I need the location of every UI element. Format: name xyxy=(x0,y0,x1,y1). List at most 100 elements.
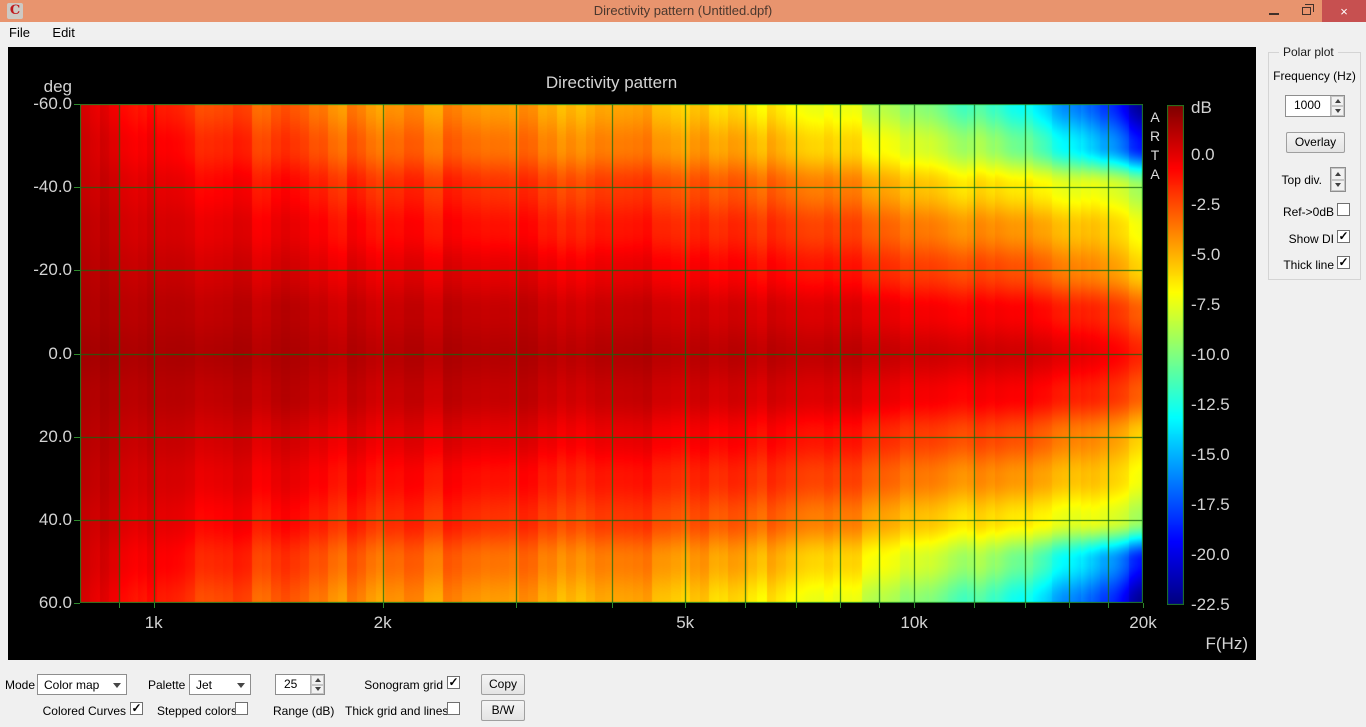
x-tick-mark xyxy=(1108,603,1109,608)
y-tick-label: 0.0 xyxy=(10,344,72,364)
stepped-colors-checkbox[interactable] xyxy=(235,702,248,715)
y-tick-mark xyxy=(74,520,80,521)
y-tick-mark xyxy=(74,104,80,105)
x-tick-mark xyxy=(840,603,841,608)
mode-select[interactable]: Color map xyxy=(37,674,127,695)
x-tick-mark xyxy=(383,603,384,608)
range-spin-down-button[interactable] xyxy=(311,685,324,695)
stepped-colors-label: Stepped colors xyxy=(157,704,231,718)
palette-select[interactable]: Jet xyxy=(189,674,251,695)
colorbar-unit-label: dB xyxy=(1191,98,1212,118)
colorbar-tick-label: -7.5 xyxy=(1191,295,1220,315)
colorbar-tick-label: -10.0 xyxy=(1191,345,1230,365)
range-db-label: Range (dB) xyxy=(273,704,334,718)
menu-item-file[interactable]: File xyxy=(0,22,39,43)
plot-area: Directivity pattern deg ARTA dB F(Hz) -6… xyxy=(8,47,1256,660)
arta-watermark: ARTA xyxy=(1147,109,1163,185)
y-tick-label: 60.0 xyxy=(10,593,72,613)
menu-item-edit[interactable]: Edit xyxy=(43,22,83,43)
y-tick-label: -20.0 xyxy=(10,260,72,280)
x-tick-mark xyxy=(1143,603,1144,608)
show-di-checkbox[interactable] xyxy=(1337,230,1350,243)
sonogram-grid-label: Sonogram grid xyxy=(345,678,443,692)
x-tick-mark xyxy=(1069,603,1070,608)
sonogram-grid-checkbox[interactable] xyxy=(447,676,460,689)
colored-curves-checkbox[interactable] xyxy=(130,702,143,715)
y-tick-mark xyxy=(74,354,80,355)
copy-button[interactable]: Copy xyxy=(481,674,525,695)
restore-icon xyxy=(1302,7,1311,15)
colorbar-tick-label: -22.5 xyxy=(1191,595,1230,615)
y-tick-mark xyxy=(74,603,80,604)
y-tick-label: 40.0 xyxy=(10,510,72,530)
thick-line-checkbox[interactable] xyxy=(1337,256,1350,269)
x-axis-unit-label: F(Hz) xyxy=(1108,634,1248,654)
top-div-spin-down-button[interactable] xyxy=(1331,180,1345,192)
frequency-label: Frequency (Hz) xyxy=(1268,69,1361,83)
x-tick-mark xyxy=(119,603,120,608)
overlay-button[interactable]: Overlay xyxy=(1286,132,1345,153)
x-tick-label: 2k xyxy=(348,613,418,633)
top-div-spin-up-button[interactable] xyxy=(1331,168,1345,180)
x-tick-label: 1k xyxy=(119,613,189,633)
mode-value: Color map xyxy=(44,678,99,692)
colorbar-canvas xyxy=(1167,105,1184,605)
range-spin-up-button[interactable] xyxy=(311,675,324,685)
y-tick-label: -60.0 xyxy=(10,94,72,114)
window-title: Directivity pattern (Untitled.dpf) xyxy=(0,0,1366,22)
x-tick-mark xyxy=(745,603,746,608)
frequency-spin-up-button[interactable] xyxy=(1331,96,1344,106)
x-tick-mark xyxy=(612,603,613,608)
restore-button[interactable] xyxy=(1290,0,1322,22)
minimize-button[interactable] xyxy=(1258,0,1290,22)
x-tick-mark xyxy=(154,603,155,608)
thick-line-label: Thick line xyxy=(1274,258,1334,272)
thick-grid-lines-label: Thick grid and lines xyxy=(345,704,443,718)
range-spinner[interactable]: 25 xyxy=(275,674,325,695)
colored-curves-label: Colored Curves xyxy=(30,704,126,718)
top-div-spinner[interactable] xyxy=(1330,167,1346,192)
x-tick-label: 20k xyxy=(1108,613,1178,633)
y-tick-mark xyxy=(74,187,80,188)
palette-value: Jet xyxy=(196,678,212,692)
plot-title: Directivity pattern xyxy=(80,73,1143,93)
close-icon: × xyxy=(1340,4,1348,19)
title-bar: C Directivity pattern (Untitled.dpf) × xyxy=(0,0,1366,22)
y-tick-label: -40.0 xyxy=(10,177,72,197)
thick-grid-lines-checkbox[interactable] xyxy=(447,702,460,715)
colorbar-tick-label: 0.0 xyxy=(1191,145,1215,165)
frequency-spin-down-button[interactable] xyxy=(1331,106,1344,116)
y-tick-label: 20.0 xyxy=(10,427,72,447)
mode-label: Mode xyxy=(5,678,35,692)
ref-0db-checkbox[interactable] xyxy=(1337,203,1350,216)
directivity-heatmap-canvas xyxy=(80,104,1143,603)
colorbar-tick-label: -20.0 xyxy=(1191,545,1230,565)
show-di-label: Show DI xyxy=(1274,232,1334,246)
x-tick-label: 10k xyxy=(879,613,949,633)
colorbar-tick-label: -12.5 xyxy=(1191,395,1230,415)
menu-bar: File Edit xyxy=(0,22,1366,43)
x-tick-mark xyxy=(685,603,686,608)
bw-button[interactable]: B/W xyxy=(481,700,525,721)
top-div-label: Top div. xyxy=(1274,173,1322,187)
ref-0db-label: Ref->0dB xyxy=(1274,205,1334,219)
x-tick-label: 5k xyxy=(650,613,720,633)
chevron-down-icon xyxy=(237,683,245,688)
polar-plot-group-label: Polar plot xyxy=(1279,45,1338,59)
minimize-icon xyxy=(1269,13,1279,15)
x-tick-mark xyxy=(879,603,880,608)
x-tick-mark xyxy=(796,603,797,608)
x-tick-mark xyxy=(914,603,915,608)
colorbar-tick-label: -15.0 xyxy=(1191,445,1230,465)
palette-label: Palette xyxy=(148,678,185,692)
chevron-down-icon xyxy=(113,683,121,688)
x-tick-mark xyxy=(1025,603,1026,608)
close-button[interactable]: × xyxy=(1322,0,1366,22)
colorbar-tick-label: -2.5 xyxy=(1191,195,1220,215)
colorbar-tick-label: -5.0 xyxy=(1191,245,1220,265)
y-tick-mark xyxy=(74,437,80,438)
x-tick-mark xyxy=(974,603,975,608)
frequency-spinner[interactable]: 1000 xyxy=(1285,95,1345,117)
colorbar-tick-label: -17.5 xyxy=(1191,495,1230,515)
range-value: 25 xyxy=(276,675,310,694)
